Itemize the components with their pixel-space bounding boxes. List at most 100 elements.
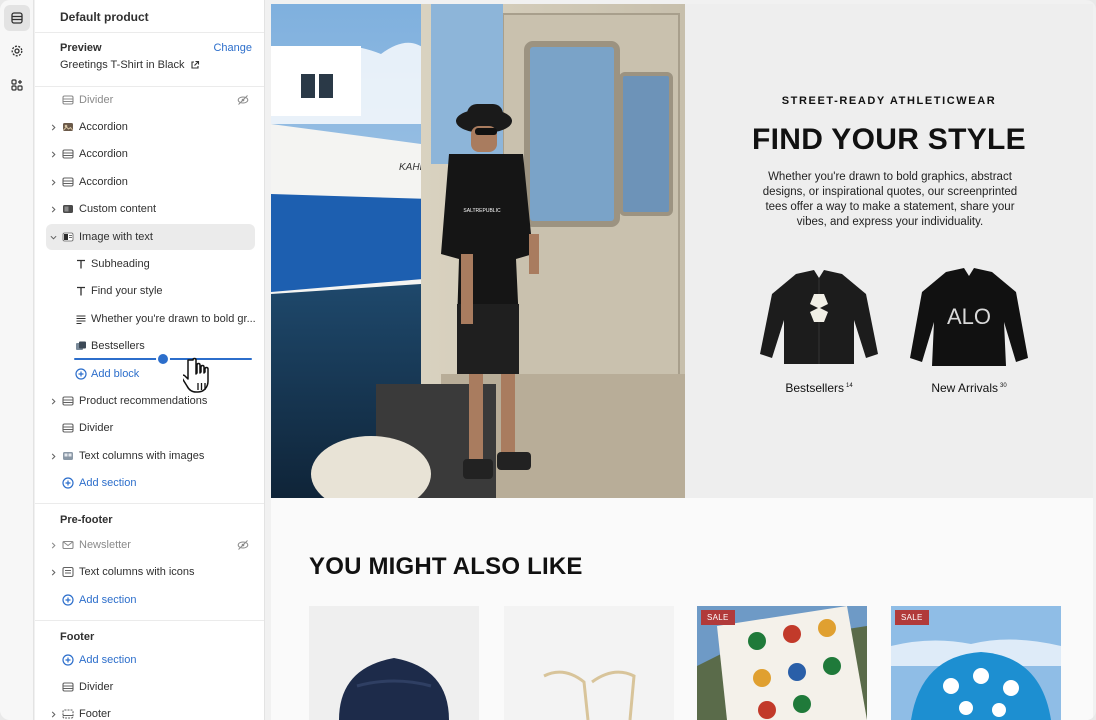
image-section-icon bbox=[62, 203, 74, 215]
section-row-newsletter[interactable]: Newsletter bbox=[35, 532, 264, 558]
add-section-button[interactable]: Add section bbox=[35, 587, 264, 613]
section-row-divider[interactable]: Divider bbox=[35, 87, 264, 113]
sections-icon[interactable] bbox=[4, 5, 30, 31]
image-with-text-section[interactable]: KAHI SALTREPUBLIC STREET-READY ATHLETICW… bbox=[271, 4, 1093, 498]
store-preview: KAHI SALTREPUBLIC STREET-READY ATHLETICW… bbox=[271, 4, 1093, 720]
chevron-right-icon[interactable] bbox=[49, 205, 57, 213]
block-row-bestsellers[interactable]: Bestsellers bbox=[35, 333, 264, 359]
grab-hand-cursor-icon bbox=[183, 357, 209, 393]
block-row-heading[interactable]: Find your style bbox=[35, 278, 264, 304]
sale-badge: SALE bbox=[701, 610, 735, 625]
section-icon bbox=[62, 148, 74, 160]
section-row-custom-content[interactable]: Custom content bbox=[35, 196, 264, 222]
section-row-accordion[interactable]: Accordion bbox=[35, 114, 264, 140]
collection-title: Bestsellers bbox=[785, 381, 844, 395]
external-link-icon bbox=[190, 60, 199, 69]
section-row-accordion[interactable]: Accordion bbox=[35, 141, 264, 167]
section-row-image-with-text[interactable]: Image with text bbox=[46, 224, 255, 250]
new-arrivals-jacket-image[interactable]: ALO bbox=[906, 254, 1032, 394]
chevron-right-icon[interactable] bbox=[49, 541, 57, 549]
block-row-text[interactable]: Whether you're drawn to bold gr... bbox=[35, 306, 264, 332]
preview-product[interactable]: Greetings T-Shirt in Black bbox=[60, 59, 200, 71]
sale-badge: SALE bbox=[895, 610, 929, 625]
collection-count: 14 bbox=[846, 383, 853, 389]
section-row-accordion[interactable]: Accordion bbox=[35, 169, 264, 195]
section-row-text-columns-with-icons[interactable]: Text columns with icons bbox=[35, 559, 264, 585]
recommendations-title: YOU MIGHT ALSO LIKE bbox=[309, 553, 583, 580]
chevron-down-icon[interactable] bbox=[49, 233, 57, 241]
jacket-print-text: ALO bbox=[947, 304, 991, 329]
sunglasses-image bbox=[504, 606, 674, 720]
section-row-divider[interactable]: Divider bbox=[35, 674, 264, 700]
apps-icon[interactable] bbox=[4, 72, 30, 98]
section-row-label: Divider bbox=[79, 94, 114, 106]
section-row-label: Accordion bbox=[79, 148, 128, 160]
hero-heading: FIND YOUR STYLE bbox=[752, 123, 1026, 156]
block-row-label: Bestsellers bbox=[91, 340, 145, 352]
bestsellers-collection-label[interactable]: Bestsellers 14 bbox=[756, 381, 882, 395]
block-row-label: Subheading bbox=[91, 258, 150, 270]
icon-rail bbox=[0, 0, 34, 720]
chevron-right-icon[interactable] bbox=[49, 568, 57, 576]
section-icon bbox=[62, 395, 74, 407]
section-row-footer[interactable]: Footer bbox=[35, 701, 264, 720]
footer-heading: Footer bbox=[60, 631, 95, 643]
block-row-subheading[interactable]: Subheading bbox=[35, 251, 264, 277]
image-section-icon bbox=[62, 231, 74, 243]
block-row-label: Find your style bbox=[91, 285, 163, 297]
section-row-divider[interactable]: Divider bbox=[35, 415, 264, 441]
hidden-eye-icon[interactable] bbox=[237, 94, 249, 106]
image-section-icon bbox=[62, 450, 74, 462]
section-row-text-columns-with-images[interactable]: Text columns with images bbox=[35, 443, 264, 469]
hat-image bbox=[309, 606, 479, 720]
sections-sidebar: Default product Preview Change Greetings… bbox=[35, 0, 265, 720]
change-preview-link[interactable]: Change bbox=[213, 42, 252, 54]
section-row-product-recommendations[interactable]: Product recommendations bbox=[35, 388, 264, 414]
chevron-right-icon[interactable] bbox=[49, 150, 57, 158]
email-icon bbox=[62, 539, 74, 551]
plus-circle-icon bbox=[62, 594, 74, 606]
prefooter-heading: Pre-footer bbox=[60, 514, 113, 526]
product-card-quilt-sale[interactable]: SALE bbox=[697, 606, 867, 720]
settings-gear-icon[interactable] bbox=[4, 38, 30, 64]
hero-subheading: STREET-READY ATHLETICWEAR bbox=[781, 95, 997, 107]
bestsellers-jacket-image[interactable] bbox=[756, 254, 882, 394]
add-section-button[interactable]: Add section bbox=[35, 647, 264, 673]
divider bbox=[35, 503, 264, 504]
collection-title: New Arrivals bbox=[931, 381, 998, 395]
section-icon bbox=[62, 176, 74, 188]
theme-editor-window: Default product Preview Change Greetings… bbox=[0, 0, 1096, 720]
product-card-hat[interactable] bbox=[309, 606, 479, 720]
collection-icon bbox=[75, 340, 87, 352]
section-row-label: Text columns with images bbox=[79, 450, 205, 462]
hero-image: KAHI SALTREPUBLIC bbox=[271, 4, 685, 498]
new-arrivals-collection-label[interactable]: New Arrivals 30 bbox=[906, 381, 1032, 395]
product-card-blanket-sale[interactable]: SALE bbox=[891, 606, 1061, 720]
plus-circle-icon bbox=[62, 654, 74, 666]
footer-icon bbox=[62, 708, 74, 720]
section-icon bbox=[62, 566, 74, 578]
section-row-label: Footer bbox=[79, 708, 111, 720]
text-icon bbox=[75, 285, 87, 297]
add-block-button[interactable]: Add block bbox=[35, 361, 264, 387]
text-panel: STREET-READY ATHLETICWEAR FIND YOUR STYL… bbox=[685, 4, 1093, 498]
hero-body-text: Whether you're drawn to bold graphics, a… bbox=[762, 171, 1018, 228]
section-row-label: Newsletter bbox=[79, 539, 131, 551]
section-icon bbox=[62, 681, 74, 693]
product-card-sunglasses[interactable] bbox=[504, 606, 674, 720]
chevron-right-icon[interactable] bbox=[49, 397, 57, 405]
add-section-button[interactable]: Add section bbox=[35, 470, 264, 496]
hidden-eye-icon[interactable] bbox=[237, 539, 249, 551]
chevron-right-icon[interactable] bbox=[49, 452, 57, 460]
template-title: Default product bbox=[60, 10, 149, 24]
divider bbox=[35, 32, 264, 33]
chevron-right-icon[interactable] bbox=[49, 710, 57, 718]
product-recommendations-section[interactable]: YOU MIGHT ALSO LIKE SALE SALE bbox=[271, 498, 1093, 720]
plus-circle-icon bbox=[75, 368, 87, 380]
add-section-label: Add section bbox=[79, 477, 137, 489]
section-icon bbox=[62, 422, 74, 434]
paragraph-icon bbox=[75, 313, 87, 325]
chevron-right-icon[interactable] bbox=[49, 178, 57, 186]
chevron-right-icon[interactable] bbox=[49, 123, 57, 131]
collection-count: 30 bbox=[1000, 383, 1007, 389]
